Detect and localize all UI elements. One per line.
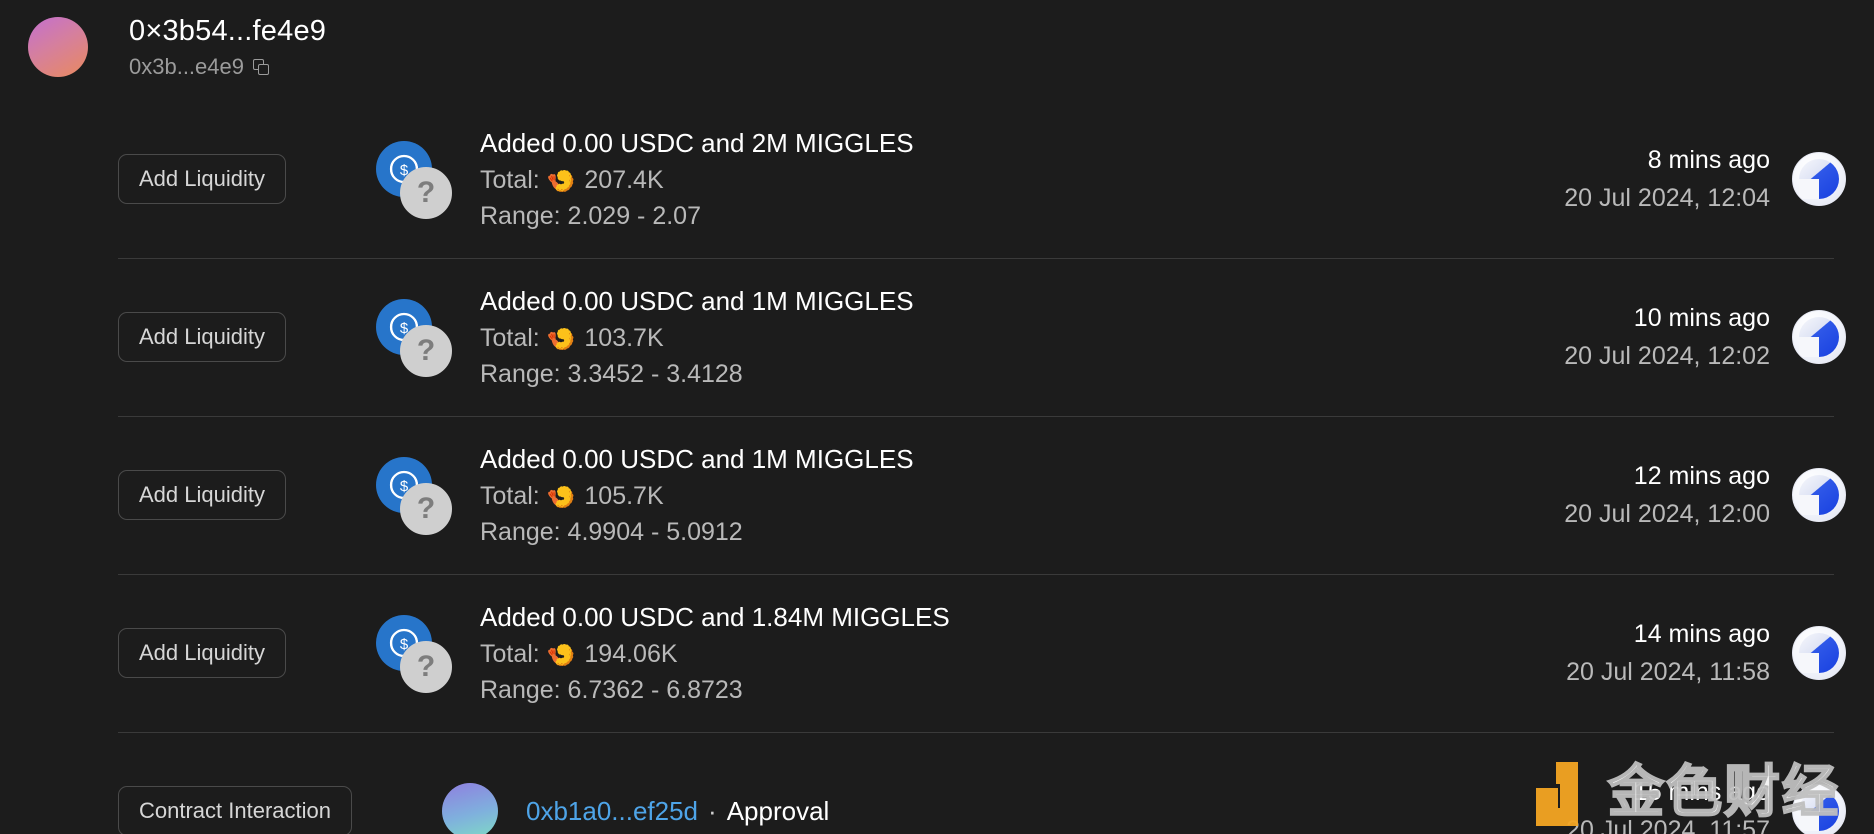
timestamp-group: 14 mins ago 20 Jul 2024, 11:58 — [1566, 617, 1770, 689]
base-chain-icon-wedge — [1799, 811, 1819, 831]
contract-address-link[interactable]: 0xb1a0...ef25d — [526, 792, 698, 830]
unknown-token-icon: ? — [399, 325, 452, 377]
transaction-title: Added 0.00 USDC and 1M MIGGLES — [479, 444, 914, 474]
absolute-time: 20 Jul 2024, 11:57 — [1566, 816, 1770, 834]
table-row[interactable]: Add Liquidity $ ? Added 0.00 USDC and 1M… — [0, 416, 1874, 574]
add-liquidity-button[interactable]: Add Liquidity — [118, 628, 286, 678]
relative-time: 8 mins ago — [1647, 146, 1770, 174]
transaction-details: Added 0.00 USDC and 2M MIGGLES Total: 🍤 … — [480, 124, 1564, 234]
method-name: Approval — [726, 796, 830, 826]
transaction-list: Add Liquidity $ ? Added 0.00 USDC and 2M… — [0, 100, 1874, 834]
transaction-title: Added 0.00 USDC and 1.84M MIGGLES — [479, 602, 950, 632]
base-chain-icon-inner — [1799, 791, 1839, 831]
transaction-range: Range: 4.9904 - 5.0912 — [479, 518, 743, 546]
timestamp-group: 8 mins ago 20 Jul 2024, 12:04 — [1564, 143, 1770, 215]
base-chain-icon-inner — [1799, 475, 1839, 515]
contract-interaction-button[interactable]: Contract Interaction — [118, 786, 352, 834]
token-pair-icons: $ ? — [375, 141, 452, 219]
base-chain-icon — [1792, 310, 1846, 364]
transaction-meta: 10 mins ago 20 Jul 2024, 12:02 — [1564, 301, 1846, 373]
total-label: Total: — [479, 640, 540, 668]
transaction-details: Added 0.00 USDC and 1.84M MIGGLES Total:… — [480, 598, 1566, 708]
base-chain-icon-wedge — [1799, 179, 1819, 199]
transaction-total: Total: 🍤 103.7K — [480, 320, 1564, 356]
wallet-header-text: 0×3b54...fe4e9 0x3b...e4e9 — [129, 13, 326, 81]
transaction-range: Range: 2.029 - 2.07 — [479, 202, 701, 230]
add-liquidity-button[interactable]: Add Liquidity — [118, 312, 286, 362]
transaction-history-page: 0×3b54...fe4e9 0x3b...e4e9 Add Liquidity — [0, 0, 1874, 834]
wallet-address-row: 0x3b...e4e9 — [129, 53, 326, 81]
total-value: 194.06K — [584, 640, 678, 668]
table-row[interactable]: Add Liquidity $ ? Added 0.00 USDC and 2M… — [0, 100, 1874, 258]
shrimp-emoji-icon: 🍤 — [546, 325, 576, 352]
copy-icon[interactable] — [252, 58, 270, 76]
base-chain-icon-inner — [1799, 633, 1839, 673]
unknown-token-icon: ? — [399, 483, 452, 535]
add-liquidity-button[interactable]: Add Liquidity — [118, 154, 286, 204]
base-chain-icon-wedge — [1799, 495, 1819, 515]
base-chain-icon — [1792, 468, 1846, 522]
transaction-total: Total: 🍤 207.4K — [480, 162, 1564, 198]
base-chain-icon — [1792, 152, 1846, 206]
timestamp-group: 15 mins ago 20 Jul 2024, 11:57 — [1566, 775, 1770, 834]
absolute-time: 20 Jul 2024, 11:58 — [1566, 658, 1770, 686]
total-value: 207.4K — [584, 166, 664, 194]
separator-dot: · — [708, 796, 717, 826]
base-chain-icon-wedge — [1799, 653, 1819, 673]
page-title: 0×3b54...fe4e9 — [129, 15, 327, 47]
total-label: Total: — [479, 166, 540, 194]
contract-summary: 0xb1a0...ef25d · Approval — [526, 792, 1566, 830]
transaction-range: Range: 3.3452 - 3.4128 — [479, 360, 743, 388]
total-value: 105.7K — [584, 482, 664, 510]
absolute-time: 20 Jul 2024, 12:00 — [1564, 500, 1770, 528]
token-pair-icons: $ ? — [375, 615, 452, 693]
transaction-total: Total: 🍤 105.7K — [480, 478, 1564, 514]
unknown-token-icon: ? — [399, 167, 452, 219]
transaction-details: Added 0.00 USDC and 1M MIGGLES Total: 🍤 … — [480, 282, 1564, 392]
base-chain-icon — [1792, 784, 1846, 834]
avatar — [28, 17, 88, 77]
copy-icon-front — [257, 63, 269, 75]
timestamp-group: 12 mins ago 20 Jul 2024, 12:00 — [1564, 459, 1770, 531]
transaction-title: Added 0.00 USDC and 1M MIGGLES — [479, 286, 914, 316]
transaction-range: Range: 6.7362 - 6.8723 — [479, 676, 743, 704]
add-liquidity-button[interactable]: Add Liquidity — [118, 470, 286, 520]
wallet-header: 0×3b54...fe4e9 0x3b...e4e9 — [0, 0, 1874, 100]
total-value: 103.7K — [584, 324, 664, 352]
base-chain-icon-inner — [1799, 159, 1839, 199]
shrimp-emoji-icon: 🍤 — [546, 167, 576, 194]
wallet-address-short: 0x3b...e4e9 — [129, 54, 244, 79]
table-row[interactable]: Add Liquidity $ ? Added 0.00 USDC and 1.… — [0, 574, 1874, 732]
base-chain-icon-wedge — [1799, 337, 1819, 357]
timestamp-group: 10 mins ago 20 Jul 2024, 12:02 — [1564, 301, 1770, 373]
base-chain-icon — [1792, 626, 1846, 680]
contract-avatar — [441, 783, 498, 834]
transaction-meta: 14 mins ago 20 Jul 2024, 11:58 — [1566, 617, 1846, 689]
total-label: Total: — [479, 482, 540, 510]
transaction-meta: 12 mins ago 20 Jul 2024, 12:00 — [1564, 459, 1846, 531]
shrimp-emoji-icon: 🍤 — [546, 641, 576, 668]
relative-time: 15 mins ago — [1633, 778, 1770, 806]
transaction-total: Total: 🍤 194.06K — [480, 636, 1566, 672]
transaction-details: Added 0.00 USDC and 1M MIGGLES Total: 🍤 … — [480, 440, 1564, 550]
transaction-details: 0xb1a0...ef25d · Approval — [526, 792, 1566, 830]
transaction-meta: 15 mins ago 20 Jul 2024, 11:57 — [1566, 775, 1846, 834]
relative-time: 10 mins ago — [1633, 304, 1770, 332]
shrimp-emoji-icon: 🍤 — [546, 483, 576, 510]
table-row[interactable]: Contract Interaction 0xb1a0...ef25d · Ap… — [0, 732, 1874, 834]
token-pair-icons: $ ? — [375, 299, 452, 377]
relative-time: 14 mins ago — [1633, 620, 1770, 648]
relative-time: 12 mins ago — [1633, 462, 1770, 490]
total-label: Total: — [479, 324, 540, 352]
transaction-meta: 8 mins ago 20 Jul 2024, 12:04 — [1564, 143, 1846, 215]
transaction-title: Added 0.00 USDC and 2M MIGGLES — [479, 128, 914, 158]
absolute-time: 20 Jul 2024, 12:02 — [1564, 342, 1770, 370]
base-chain-icon-inner — [1799, 317, 1839, 357]
absolute-time: 20 Jul 2024, 12:04 — [1564, 184, 1770, 212]
token-pair-icons: $ ? — [375, 457, 452, 535]
unknown-token-icon: ? — [399, 641, 452, 693]
table-row[interactable]: Add Liquidity $ ? Added 0.00 USDC and 1M… — [0, 258, 1874, 416]
